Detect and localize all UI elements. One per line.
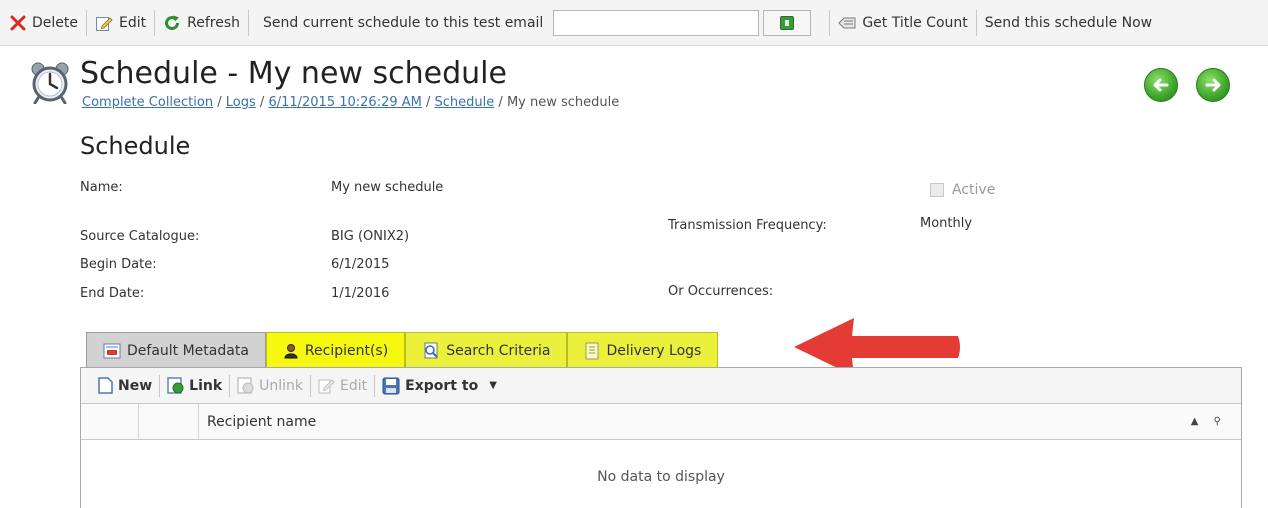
page-title: Schedule - My new schedule (80, 56, 507, 91)
refresh-label: Refresh (187, 14, 240, 31)
tab-label: Delivery Logs (606, 342, 702, 359)
breadcrumb-current: My new schedule (506, 95, 620, 110)
breadcrumb-separator: / (426, 95, 431, 110)
edit-button[interactable]: Edit (87, 8, 154, 38)
send-test-email-label: Send current schedule to this test email (249, 8, 551, 38)
new-document-icon (98, 377, 113, 394)
get-title-count-button[interactable]: Get Title Count (830, 8, 975, 38)
link-label: Link (189, 377, 223, 394)
unlink-icon (237, 377, 254, 394)
checkbox-icon (930, 183, 944, 197)
refresh-button[interactable]: Refresh (155, 8, 248, 38)
breadcrumb-link-logs[interactable]: Logs (226, 95, 256, 110)
column-header-recipient-name[interactable]: Recipient name ▲ ⚲ (199, 404, 1241, 439)
section-title: Schedule (80, 132, 191, 160)
breadcrumb-link-log-date[interactable]: 6/11/2015 10:26:29 AM (268, 95, 421, 110)
tab-delivery-logs[interactable]: Delivery Logs (567, 332, 719, 368)
tab-label: Recipient(s) (304, 342, 389, 359)
link-icon (167, 377, 184, 394)
end-date-label: End Date: (80, 286, 145, 301)
test-email-input[interactable] (553, 9, 760, 36)
main-toolbar: Delete Edit Refresh Send current schedul… (0, 0, 1268, 46)
delete-button[interactable]: Delete (10, 8, 86, 38)
send-test-email-text: Send current schedule to this test email (263, 14, 544, 31)
tag-icon (838, 17, 856, 28)
recipients-grid: New Link Unlink Edit Export to ▼ Recipie… (80, 367, 1242, 508)
send-schedule-now-button[interactable]: Send this schedule Now (977, 8, 1160, 38)
transmission-frequency-value: Monthly (920, 216, 973, 231)
tab-label: Search Criteria (446, 342, 551, 359)
end-date-value: 1/1/2016 (331, 286, 390, 301)
chevron-down-icon: ▼ (489, 380, 497, 391)
tab-search-criteria[interactable]: Search Criteria (405, 332, 568, 368)
tab-label: Default Metadata (127, 342, 249, 359)
edit-pencil-icon (96, 16, 113, 31)
alarm-clock-icon (31, 62, 69, 104)
export-to-button[interactable]: Export to ▼ (375, 377, 504, 395)
get-title-count-label: Get Title Count (862, 14, 968, 31)
export-disk-icon (382, 377, 400, 394)
grid-header-cell-select[interactable] (81, 404, 139, 439)
empty-grid-message: No data to display (597, 469, 725, 485)
name-value: My new schedule (331, 180, 444, 195)
send-test-email-button[interactable] (763, 9, 812, 36)
breadcrumb-link-complete-collection[interactable]: Complete Collection (82, 95, 213, 110)
active-label: Active (952, 182, 996, 198)
grid-header-row: Recipient name ▲ ⚲ (81, 404, 1241, 440)
breadcrumb-separator: / (217, 95, 222, 110)
source-catalogue-value: BIG (ONIX2) (331, 229, 410, 244)
unlink-label: Unlink (259, 377, 304, 394)
source-catalogue-label: Source Catalogue: (80, 229, 200, 244)
grid-edit-label: Edit (340, 377, 368, 394)
begin-date-value: 6/1/2015 (331, 257, 390, 272)
active-checkbox[interactable]: Active (930, 182, 995, 198)
tab-recipients[interactable]: Recipient(s) (265, 332, 406, 368)
search-criteria-icon (424, 342, 438, 358)
transmission-frequency-label: Transmission Frequency: (668, 218, 827, 233)
grid-toolbar: New Link Unlink Edit Export to ▼ (81, 368, 1241, 404)
arrow-left-icon (1153, 78, 1169, 92)
send-go-icon (780, 15, 795, 30)
breadcrumb-separator: / (498, 95, 503, 110)
grid-edit-button[interactable]: Edit (311, 377, 374, 394)
name-label: Name: (80, 180, 123, 195)
arrow-right-icon (1205, 78, 1221, 92)
breadcrumb-link-schedule[interactable]: Schedule (435, 95, 495, 110)
begin-date-label: Begin Date: (80, 257, 157, 272)
sort-filter-icon[interactable]: ▲ ⚲ (1191, 416, 1227, 427)
delete-x-icon (10, 15, 26, 30)
link-button[interactable]: Link (160, 377, 229, 394)
new-label: New (118, 377, 153, 394)
next-button[interactable] (1196, 68, 1230, 102)
delete-label: Delete (32, 14, 78, 31)
or-occurrences-label: Or Occurrences: (668, 284, 774, 299)
send-schedule-now-label: Send this schedule Now (984, 14, 1153, 31)
new-button[interactable]: New (91, 377, 159, 394)
edit-label: Edit (119, 14, 147, 31)
person-icon (284, 343, 298, 358)
previous-button[interactable] (1144, 68, 1178, 102)
metadata-icon (103, 343, 121, 358)
breadcrumb-separator: / (259, 95, 265, 110)
column-header-label: Recipient name (207, 413, 317, 430)
tab-bar: Default Metadata Recipient(s) Search Cri… (86, 332, 719, 368)
unlink-button[interactable]: Unlink (230, 377, 310, 394)
export-to-label: Export to (405, 377, 479, 394)
tab-default-metadata[interactable]: Default Metadata (86, 332, 266, 368)
grid-header-cell-action (139, 404, 199, 439)
log-icon (585, 342, 599, 359)
edit-pencil-icon (318, 379, 335, 394)
breadcrumb: Complete Collection / Logs / 6/11/2015 1… (82, 95, 619, 110)
refresh-icon (165, 15, 180, 30)
